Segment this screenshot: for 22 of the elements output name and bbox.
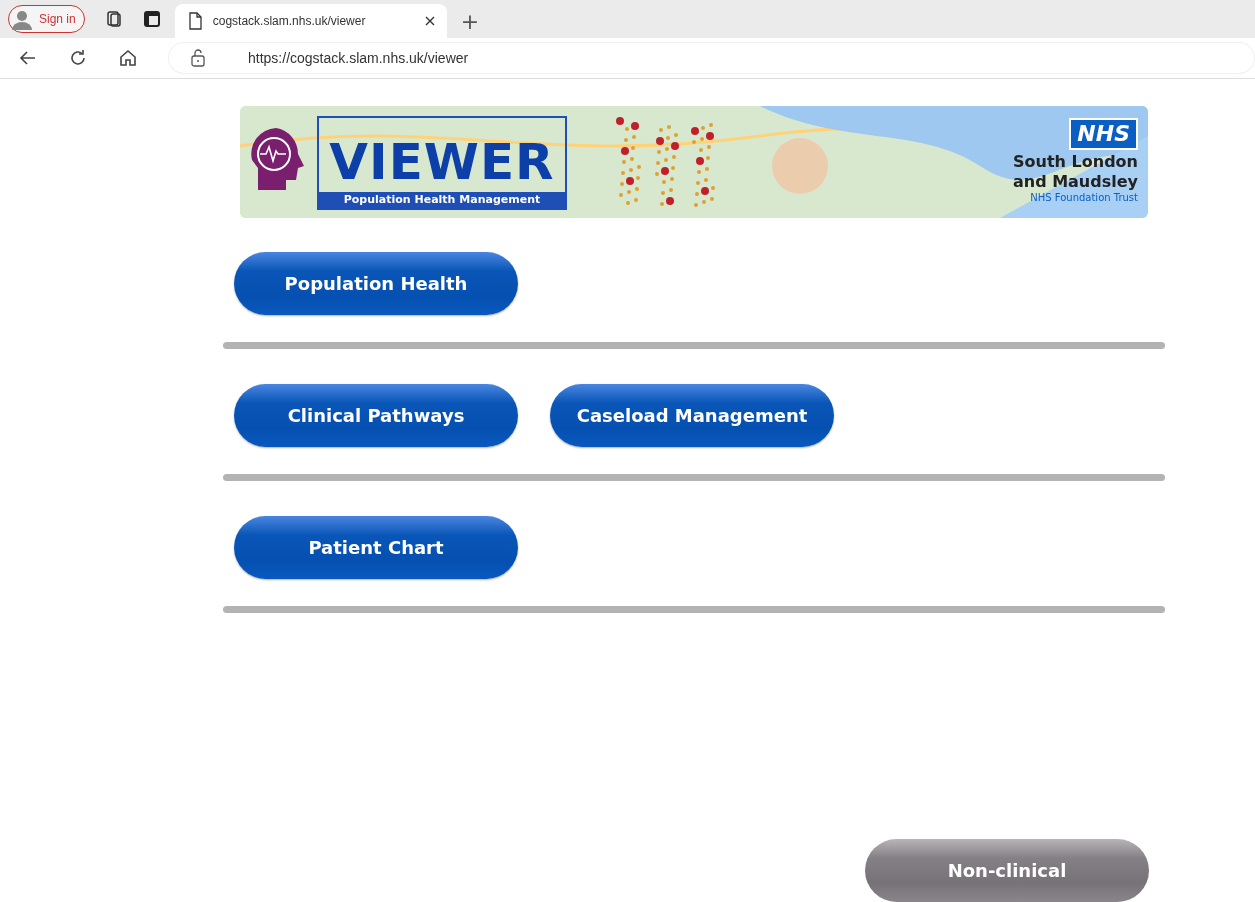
trust-name: South London and Maudsley <box>1011 152 1138 192</box>
page-icon <box>186 12 203 30</box>
sign-in-button[interactable]: Sign in <box>8 5 85 33</box>
browser-tab[interactable]: cogstack.slam.nhs.uk/viewer <box>174 4 447 38</box>
trust-subtitle: NHS Foundation Trust <box>1030 192 1138 203</box>
nav-button[interactable]: Caseload Management <box>550 384 834 447</box>
nav-button[interactable]: Patient Chart <box>234 516 518 579</box>
address-bar[interactable]: https://cogstack.slam.nhs.uk/viewer <box>168 42 1255 74</box>
lock-icon <box>190 49 206 67</box>
refresh-icon[interactable] <box>68 48 88 68</box>
nav-button[interactable]: Population Health <box>234 252 518 315</box>
close-icon[interactable] <box>424 16 435 26</box>
workspaces-icon[interactable] <box>104 10 123 28</box>
nav-button[interactable]: Non-clinical <box>865 839 1149 902</box>
tab-actions-icon[interactable] <box>142 10 161 28</box>
logo-title: VIEWER <box>329 132 555 192</box>
avatar-icon <box>11 8 33 30</box>
nav-button[interactable]: Clinical Pathways <box>234 384 518 447</box>
nhs-logo: NHS <box>1069 118 1138 150</box>
home-icon[interactable] <box>118 48 138 68</box>
new-tab-button[interactable]: + <box>452 10 488 34</box>
logo-subtitle: Population Health Management <box>319 192 565 208</box>
